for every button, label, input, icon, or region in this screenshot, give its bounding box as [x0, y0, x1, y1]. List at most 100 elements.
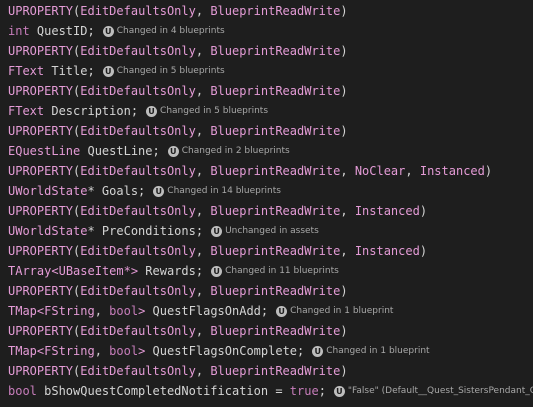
comma: , — [195, 284, 211, 298]
paren: ) — [419, 204, 428, 218]
code-line[interactable]: UPROPERTY(EditDefaultsOnly, BlueprintRea… — [0, 241, 533, 261]
blueprint-usage-hint[interactable]: U Changed in 14 blueprints — [153, 181, 281, 201]
code-line[interactable]: UPROPERTY(EditDefaultsOnly, BlueprintRea… — [0, 321, 533, 341]
hint-text: "False" (Default__Quest_SistersPendant_C… — [347, 386, 533, 396]
paren: ) — [340, 124, 348, 138]
code-text: UPROPERTY(EditDefaultsOnly, BlueprintRea… — [8, 161, 492, 181]
code-line[interactable]: TMap<FString, bool> QuestFlagsOnComplete… — [0, 341, 533, 361]
code-line[interactable]: FText Description; U Changed in 5 blueprin… — [0, 101, 533, 121]
code-line[interactable]: FText Title; U Changed in 5 blueprints — [0, 61, 533, 81]
macro-name: UPROPERTY — [8, 124, 74, 138]
paren: ) — [340, 4, 348, 18]
code-line[interactable]: UPROPERTY(EditDefaultsOnly, BlueprintRea… — [0, 1, 533, 21]
hint-text: Changed in 2 blueprints — [181, 146, 290, 156]
type-name: TMap — [8, 304, 37, 318]
code-line[interactable]: TMap<FString, bool> QuestFlagsOnAdd; U Cha… — [0, 301, 533, 321]
macro-arg: Instanced — [354, 244, 420, 258]
type-name: TArray — [8, 264, 52, 278]
macro-name: UPROPERTY — [8, 44, 74, 58]
comma: , — [195, 204, 211, 218]
hint-text: Changed in 4 blueprints — [116, 26, 225, 36]
macro-arg: BlueprintReadWrite — [210, 204, 341, 218]
hint-text: Changed in 1 blueprint — [290, 306, 394, 316]
declaration: * Goals; — [87, 184, 146, 198]
code-line[interactable]: UPROPERTY(EditDefaultsOnly, BlueprintRea… — [0, 81, 533, 101]
blueprint-usage-hint[interactable]: U Changed in 4 blueprints — [102, 21, 225, 41]
paren: ) — [340, 284, 348, 298]
type-name: EQuestLine — [8, 144, 81, 158]
type-name: TMap — [8, 344, 37, 358]
code-line[interactable]: UWorldState* PreConditions; U Unchanged in… — [0, 221, 533, 241]
comma: , — [94, 344, 110, 358]
hint-text: Changed in 5 blueprints — [116, 66, 225, 76]
code-text: TArray<UBaseItem*> Rewards; — [8, 261, 203, 281]
macro-arg: EditDefaultsOnly — [80, 44, 196, 58]
code-line[interactable]: UPROPERTY(EditDefaultsOnly, BlueprintRea… — [0, 41, 533, 61]
code-text: FText Description; — [8, 101, 138, 121]
code-line[interactable]: UPROPERTY(EditDefaultsOnly, BlueprintRea… — [0, 161, 533, 181]
code-line[interactable]: UPROPERTY(EditDefaultsOnly, BlueprintRea… — [0, 281, 533, 301]
code-text: UPROPERTY(EditDefaultsOnly, BlueprintRea… — [8, 281, 348, 301]
hint-text: Changed in 14 blueprints — [167, 186, 281, 196]
code-text: bool bShowQuestCompletedNotification = t… — [8, 381, 326, 401]
code-line[interactable]: UPROPERTY(EditDefaultsOnly, BlueprintRea… — [0, 361, 533, 381]
type-keyword: int — [8, 24, 30, 38]
semicolon: ; — [318, 384, 326, 398]
declaration: bShowQuestCompletedNotification = — [36, 384, 290, 398]
comma: , — [195, 4, 211, 18]
macro-arg: BlueprintReadWrite — [210, 164, 341, 178]
code-text: UPROPERTY(EditDefaultsOnly, BlueprintRea… — [8, 81, 348, 101]
macro-arg: Instanced — [419, 164, 485, 178]
declaration: QuestFlagsOnAdd; — [145, 304, 269, 318]
macro-arg: EditDefaultsOnly — [80, 164, 196, 178]
code-line[interactable]: TArray<UBaseItem*> Rewards; U Changed in 1… — [0, 261, 533, 281]
blueprint-usage-hint[interactable]: U "False" (Default__Quest_SistersPendant_… — [333, 381, 533, 401]
declaration: * PreConditions; — [87, 224, 204, 238]
macro-name: UPROPERTY — [8, 204, 74, 218]
macro-arg: BlueprintReadWrite — [210, 244, 341, 258]
code-line[interactable]: EQuestLine QuestLine; U Changed in 2 bluep… — [0, 141, 533, 161]
comma: , — [195, 124, 211, 138]
macro-name: UPROPERTY — [8, 4, 74, 18]
unreal-engine-icon: U — [211, 225, 223, 237]
blueprint-usage-hint[interactable]: U Changed in 1 blueprint — [276, 301, 393, 321]
macro-name: UPROPERTY — [8, 244, 74, 258]
macro-arg: EditDefaultsOnly — [80, 324, 196, 338]
type-keyword: bool — [109, 304, 139, 318]
code-text: UPROPERTY(EditDefaultsOnly, BlueprintRea… — [8, 1, 348, 21]
macro-name: UPROPERTY — [8, 284, 74, 298]
code-line[interactable]: UPROPERTY(EditDefaultsOnly, BlueprintRea… — [0, 121, 533, 141]
blueprint-usage-hint[interactable]: U Changed in 5 blueprints — [146, 101, 268, 121]
hint-text: Changed in 1 blueprint — [326, 346, 430, 356]
blueprint-usage-hint[interactable]: U Changed in 2 blueprints — [167, 141, 290, 161]
code-line[interactable]: UPROPERTY(EditDefaultsOnly, BlueprintRea… — [0, 201, 533, 221]
comma: , — [195, 364, 211, 378]
code-line[interactable]: bool bShowQuestCompletedNotification = t… — [0, 381, 533, 401]
type-bracket: < — [51, 264, 59, 278]
unreal-engine-icon: U — [102, 65, 114, 77]
unreal-engine-icon: U — [146, 105, 158, 117]
code-text: UPROPERTY(EditDefaultsOnly, BlueprintRea… — [8, 41, 348, 61]
code-line[interactable]: int QuestID; U Changed in 4 blueprints — [0, 21, 533, 41]
code-text: TMap<FString, bool> QuestFlagsOnComplete… — [8, 341, 304, 361]
blueprint-usage-hint[interactable]: U Changed in 11 blueprints — [211, 261, 339, 281]
type-bracket: > — [130, 264, 139, 278]
declaration: QuestID; — [29, 24, 95, 38]
type-keyword: bool — [109, 344, 139, 358]
blueprint-usage-hint[interactable]: U Unchanged in assets — [211, 221, 319, 241]
blueprint-usage-hint[interactable]: U Changed in 1 blueprint — [312, 341, 430, 361]
code-line[interactable]: UWorldState* Goals; U Changed in 14 bluepr… — [0, 181, 533, 201]
blueprint-usage-hint[interactable]: U Changed in 5 blueprints — [102, 61, 225, 81]
declaration: QuestFlagsOnComplete; — [145, 344, 305, 358]
literal-value: true — [289, 384, 319, 398]
unreal-engine-icon: U — [276, 305, 288, 317]
comma: , — [340, 164, 355, 178]
code-text: UPROPERTY(EditDefaultsOnly, BlueprintRea… — [8, 321, 348, 341]
macro-name: UPROPERTY — [8, 84, 74, 98]
macro-arg: BlueprintReadWrite — [210, 44, 341, 58]
code-editor[interactable]: UPROPERTY(EditDefaultsOnly, BlueprintRea… — [0, 0, 533, 407]
type-keyword: bool — [8, 384, 37, 398]
code-text: UPROPERTY(EditDefaultsOnly, BlueprintRea… — [8, 121, 348, 141]
paren: ) — [419, 244, 428, 258]
macro-arg: EditDefaultsOnly — [80, 124, 196, 138]
